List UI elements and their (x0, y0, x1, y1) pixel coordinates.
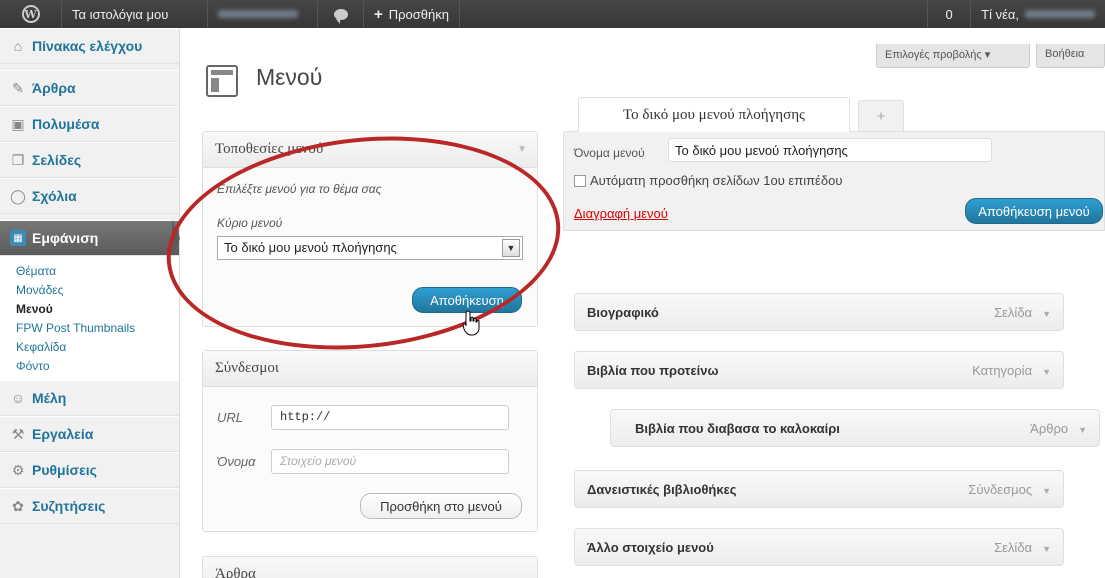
blurred-username (1025, 10, 1095, 18)
plus-icon: + (374, 5, 383, 23)
media-icon: ▣ (11, 115, 25, 132)
pin-icon: ✎ (12, 79, 24, 96)
adminbar-spacer (460, 0, 927, 28)
appearance-icon: ▦ (10, 230, 26, 246)
menu-name-input[interactable]: Το δικό μου μενού πλοήγησης (668, 138, 992, 162)
expand-arrow-icon: ▼ (1042, 485, 1051, 496)
pages-icon: ❐ (11, 151, 25, 168)
menu-item-title: Δανειστικές βιβλιοθήκες (587, 481, 737, 497)
comment-icon: ◯ (10, 187, 26, 204)
help-button[interactable]: Βοήθεια (1036, 44, 1105, 68)
add-to-menu-button[interactable]: Προσθήκη στο μενού (360, 493, 522, 519)
comment-icon (333, 8, 348, 24)
theme-locations-title: Τοποθεσίες μενού (203, 132, 537, 168)
admin-sidebar: ⌂ Πίνακας ελέγχου ✎ Άρθρα ▣ Πολυμέσα ❐ Σ… (0, 28, 180, 578)
tab-add-menu[interactable]: + (858, 100, 904, 131)
expand-arrow-icon: ▼ (1042, 543, 1051, 554)
primary-menu-label: Κύριο μενού (217, 216, 283, 230)
screen-options-button[interactable]: Επιλογές προβολής ▾ (876, 44, 1030, 68)
sidebar-item-posts[interactable]: ✎ Άρθρα (0, 70, 179, 106)
appearance-submenu: Θέματα Μονάδες Μενού FPW Post Thumbnails… (0, 256, 179, 380)
menu-item-entry[interactable]: Βιογραφικό Σελίδα ▼ (574, 293, 1064, 331)
locations-description: Επιλέξτε μενού για το θέμα σας (217, 182, 382, 196)
users-icon: ☺ (10, 390, 26, 406)
expand-arrow-icon: ▼ (1042, 366, 1051, 377)
submenu-item-menus[interactable]: Μενού (16, 300, 179, 319)
admin-bar: W Τα ιστολόγια μου + Προσθήκη 0 Τί νέα, (0, 0, 1105, 28)
sidebar-item-dashboard[interactable]: ⌂ Πίνακας ελέγχου (0, 28, 179, 64)
comments-link[interactable] (318, 0, 364, 28)
wordpress-icon: W (21, 5, 40, 23)
sidebar-item-pages[interactable]: ❐ Σελίδες (0, 142, 179, 178)
primary-menu-select[interactable]: Το δικό μου μενού πλοήγησης ▼ (217, 236, 523, 260)
delete-menu-link[interactable]: Διαγραφή μενού (574, 206, 668, 221)
menu-item-entry-nested[interactable]: Βιβλία που διαβασα το καλοκαίρι Άρθρο ▼ (610, 409, 1100, 447)
update-count[interactable]: 0 (927, 0, 972, 28)
dropdown-arrow-icon: ▼ (502, 239, 520, 257)
my-sites-link[interactable]: Τα ιστολόγια μου (62, 0, 208, 28)
collapse-arrow-icon[interactable]: ▼ (517, 144, 527, 155)
menu-item-type[interactable]: Κατηγορία ▼ (972, 363, 1051, 378)
submenu-item-header[interactable]: Κεφαλίδα (16, 338, 179, 357)
save-locations-button[interactable]: Αποθήκευση (412, 287, 522, 313)
menu-item-entry[interactable]: Βιβλία που προτείνω Κατηγορία ▼ (574, 351, 1064, 389)
save-menu-button[interactable]: Αποθήκευση μενού (965, 198, 1103, 224)
sidebar-item-users[interactable]: ☺ Μέλη (0, 380, 179, 416)
sidebar-item-discussions[interactable]: ✿ Συζητήσεις (0, 488, 179, 524)
account-menu[interactable]: Τί νέα, (971, 0, 1105, 28)
home-icon: ⌂ (13, 38, 23, 54)
plus-icon: + (876, 107, 886, 125)
tab-my-navigation-menu[interactable]: Το δικό μου μενού πλοήγησης (578, 97, 850, 132)
settings-icon: ⚙ (11, 461, 25, 478)
checkbox-box (574, 174, 586, 187)
menu-item-type[interactable]: Σελίδα ▼ (994, 540, 1051, 555)
sidebar-item-appearance[interactable]: ▦ Εμφάνιση (0, 220, 179, 256)
url-label: URL (217, 410, 244, 425)
auto-add-pages-checkbox[interactable]: Αυτόματη προσθήκη σελίδων 1ου επιπέδου (574, 173, 842, 188)
menu-item-name-input[interactable]: Στοιχείο μενού (271, 449, 509, 474)
sidebar-item-settings[interactable]: ⚙ Ρυθμίσεις (0, 452, 179, 488)
new-content-link[interactable]: + Προσθήκη (364, 0, 460, 28)
submenu-item-themes[interactable]: Θέματα (16, 262, 179, 281)
menu-item-title: Βιβλία που προτείνω (587, 362, 719, 378)
menu-name-label: Όνομα μενού (574, 146, 645, 160)
links-title: Σύνδεσμοι (203, 351, 537, 387)
menu-item-type[interactable]: Σελίδα ▼ (994, 305, 1051, 320)
sidebar-item-comments[interactable]: ◯ Σχόλια (0, 178, 179, 214)
menu-item-type[interactable]: Άρθρο ▼ (1030, 421, 1087, 436)
menu-item-entry[interactable]: Δανειστικές βιβλιοθήκες Σύνδεσμος ▼ (574, 470, 1064, 508)
menus-page-icon (206, 65, 238, 97)
expand-arrow-icon: ▼ (1078, 424, 1087, 435)
blurred-site-name (218, 10, 298, 18)
menu-item-title: Άλλο στοιχείο μενού (587, 539, 714, 555)
submenu-item-fpw-thumbnails[interactable]: FPW Post Thumbnails (16, 319, 179, 338)
wordpress-logo-button[interactable]: W (0, 0, 62, 28)
name-label: Όνομα (217, 454, 256, 469)
submenu-item-widgets[interactable]: Μονάδες (16, 281, 179, 300)
expand-arrow-icon: ▼ (1042, 308, 1051, 319)
site-name-link[interactable] (208, 0, 318, 28)
discussions-icon: ✿ (12, 497, 24, 514)
menu-item-title: Βιογραφικό (587, 304, 659, 320)
tools-icon: ⚒ (11, 425, 25, 442)
sidebar-item-tools[interactable]: ⚒ Εργαλεία (0, 416, 179, 452)
submenu-item-background[interactable]: Φόντο (16, 357, 179, 376)
menu-item-type[interactable]: Σύνδεσμος ▼ (968, 482, 1051, 497)
posts-box-title: Άρθρα (203, 557, 537, 578)
menu-item-title: Βιβλία που διαβασα το καλοκαίρι (635, 420, 840, 436)
menu-item-entry[interactable]: Άλλο στοιχείο μενού Σελίδα ▼ (574, 528, 1064, 566)
page-title: Μενού (256, 64, 323, 90)
posts-box: Άρθρα (202, 556, 538, 578)
url-input[interactable]: http:// (271, 405, 509, 430)
sidebar-item-media[interactable]: ▣ Πολυμέσα (0, 106, 179, 142)
